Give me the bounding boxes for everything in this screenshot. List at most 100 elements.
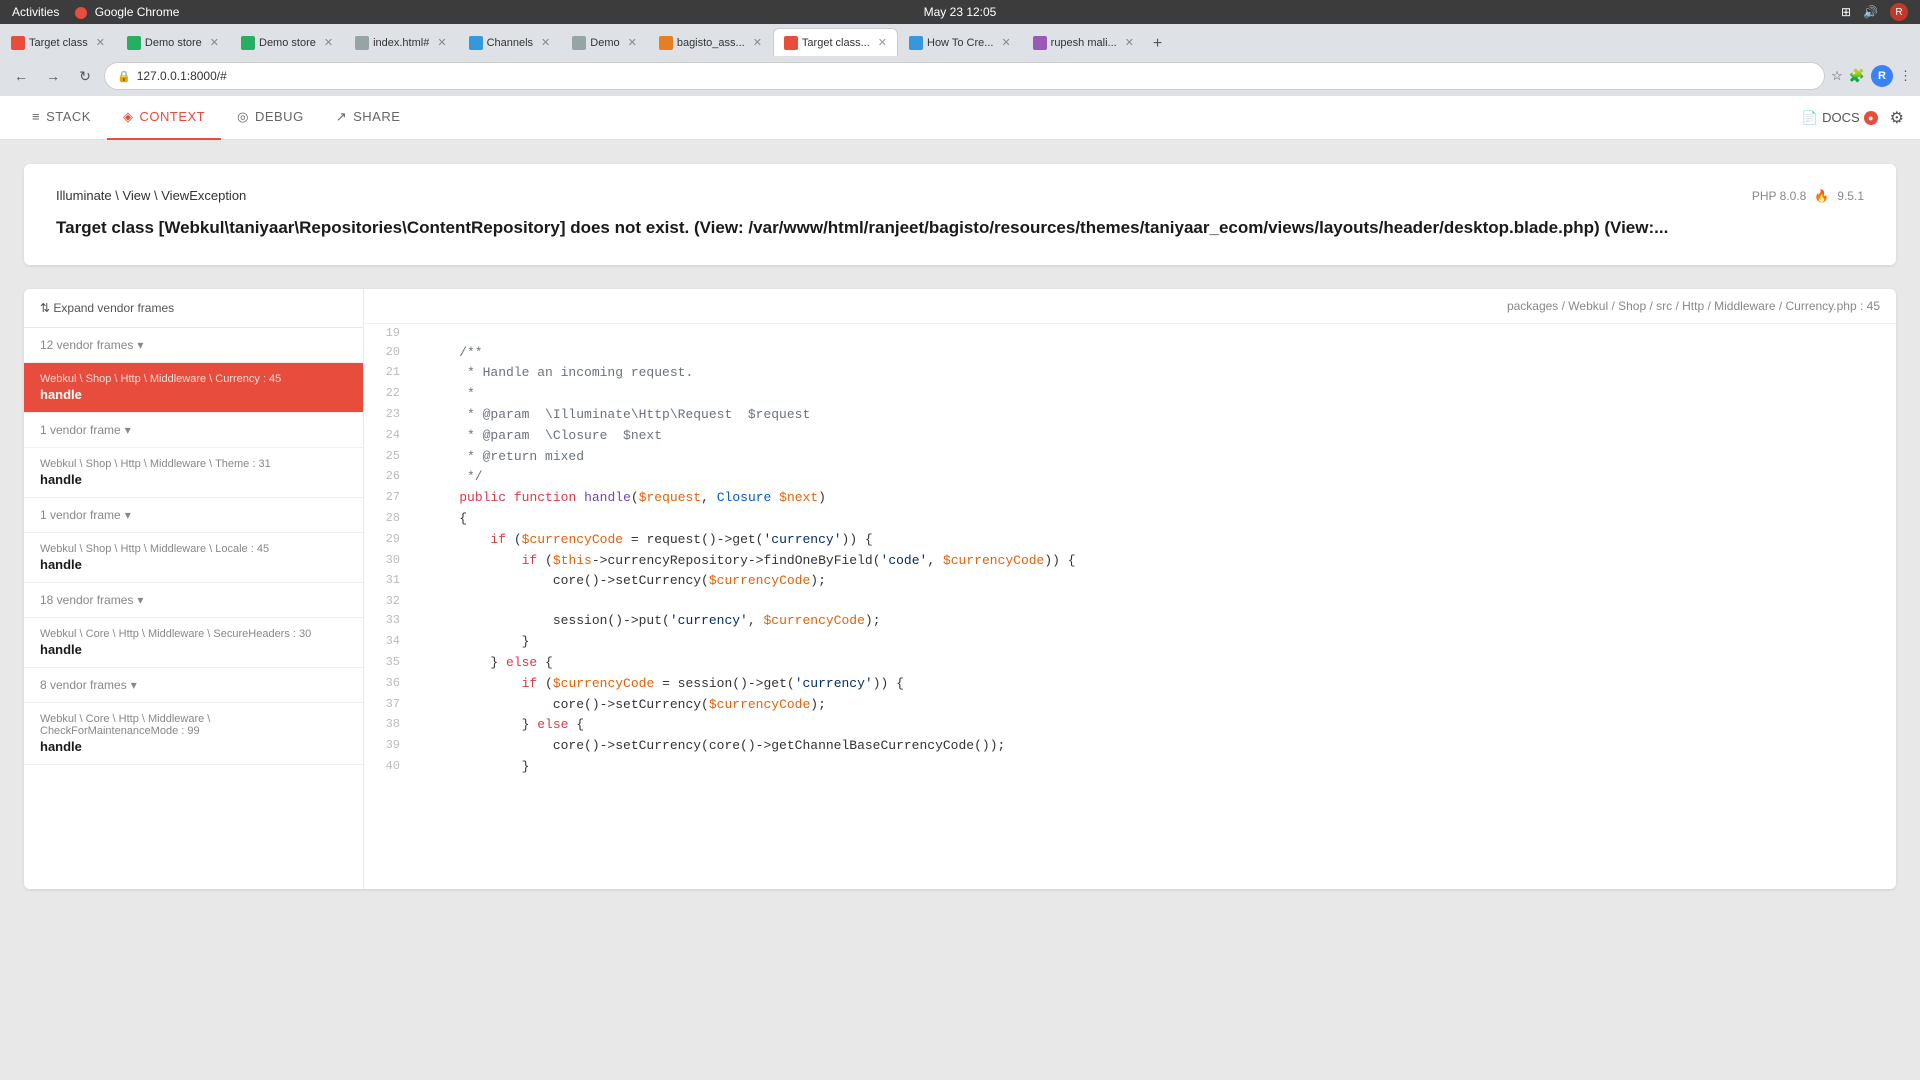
forward-button[interactable]: → — [40, 63, 66, 89]
reload-button[interactable]: ↻ — [72, 63, 98, 89]
tab-bagisto[interactable]: bagisto_ass... ✕ — [648, 28, 773, 56]
line-number: 28 — [364, 509, 412, 528]
tab-label: Target class... — [802, 37, 870, 49]
nav-debug[interactable]: ◎ DEBUG — [221, 96, 320, 140]
vendor-frames-toggle-2[interactable]: 1 vendor frame ▾ — [24, 413, 363, 447]
os-volume-icon: 🔊 — [1863, 5, 1878, 19]
vendor-frames-group-2: 1 vendor frame ▾ — [24, 413, 363, 448]
nav-stack[interactable]: ≡ STACK — [16, 96, 107, 140]
tab-channels[interactable]: Channels ✕ — [458, 28, 562, 56]
tab-close-icon[interactable]: ✕ — [1001, 36, 1010, 49]
line-code: } else { — [412, 715, 1896, 736]
code-line-34: 34 } — [364, 632, 1896, 653]
url-text: 127.0.0.1:8000/# — [137, 69, 227, 83]
tab-close-icon[interactable]: ✕ — [1125, 36, 1134, 49]
tab-label: Demo — [590, 37, 619, 49]
line-number: 19 — [364, 324, 412, 343]
line-number: 34 — [364, 632, 412, 651]
code-line-26: 26 */ — [364, 467, 1896, 488]
vendor-frames-toggle-3[interactable]: 1 vendor frame ▾ — [24, 498, 363, 532]
stack-label: STACK — [46, 109, 91, 124]
vendor-frames-toggle-4[interactable]: 18 vendor frames ▾ — [24, 583, 363, 617]
line-number: 20 — [364, 343, 412, 362]
tab-demo-3[interactable]: Demo ✕ — [561, 28, 648, 56]
code-line-37: 37 core()->setCurrency($currencyCode); — [364, 695, 1896, 716]
tab-how-to[interactable]: How To Cre... ✕ — [898, 28, 1022, 56]
chevron-down-icon: ▾ — [125, 423, 131, 437]
activities-label[interactable]: Activities — [12, 5, 59, 19]
code-line-19: 19 — [364, 324, 1896, 343]
frame-method: handle — [40, 557, 347, 572]
code-viewer: 19 20 /** 21 * Handle an incoming reques… — [364, 324, 1896, 778]
stack-frame-secureheaders[interactable]: Webkul \ Core \ Http \ Middleware \ Secu… — [24, 618, 363, 668]
tab-demo-2[interactable]: Demo store ✕ — [230, 28, 344, 56]
url-bar[interactable]: 🔒 127.0.0.1:8000/# — [104, 62, 1825, 90]
chrome-label[interactable]: Google Chrome — [75, 5, 179, 19]
tab-close-icon[interactable]: ✕ — [878, 36, 887, 49]
os-network-icon: ⊞ — [1841, 5, 1851, 19]
menu-icon[interactable]: ⋮ — [1899, 68, 1912, 84]
code-line-40: 40 } — [364, 757, 1896, 778]
tab-label: Target class — [29, 37, 88, 49]
code-line-23: 23 * @param \Illuminate\Http\Request $re… — [364, 405, 1896, 426]
code-line-28: 28 { — [364, 509, 1896, 530]
tab-label: Channels — [487, 37, 533, 49]
tab-close-icon[interactable]: ✕ — [753, 36, 762, 49]
bookmark-icon[interactable]: ☆ — [1831, 68, 1843, 84]
extensions-icon[interactable]: 🧩 — [1849, 68, 1865, 84]
docs-icon: 📄 — [1802, 110, 1818, 126]
line-number: 26 — [364, 467, 412, 486]
tab-close-icon[interactable]: ✕ — [437, 36, 446, 49]
nav-share[interactable]: ↗ SHARE — [320, 96, 417, 140]
line-code: } — [412, 632, 1896, 653]
vendor-frames-toggle-5[interactable]: 8 vendor frames ▾ — [24, 668, 363, 702]
code-line-27: 27 public function handle($request, Clos… — [364, 488, 1896, 509]
tab-favicon — [11, 36, 25, 50]
address-actions: ☆ 🧩 R ⋮ — [1831, 65, 1912, 87]
line-code: { — [412, 509, 1896, 530]
chevron-down-icon: ▾ — [131, 678, 137, 692]
stack-frame-theme[interactable]: Webkul \ Shop \ Http \ Middleware \ Them… — [24, 448, 363, 498]
os-user-icon[interactable]: R — [1890, 3, 1908, 21]
tab-rupesh[interactable]: rupesh mali... ✕ — [1022, 28, 1145, 56]
tab-close-icon[interactable]: ✕ — [541, 36, 550, 49]
chevron-down-icon: ▾ — [125, 508, 131, 522]
expand-vendor-button[interactable]: ⇅ Expand vendor frames — [24, 289, 363, 328]
ignition-version: 9.5.1 — [1837, 189, 1864, 203]
new-tab-button[interactable]: + — [1145, 32, 1170, 56]
frame-path: Webkul \ Core \ Http \ Middleware \ Chec… — [40, 713, 347, 737]
code-line-21: 21 * Handle an incoming request. — [364, 363, 1896, 384]
stack-frame-locale[interactable]: Webkul \ Shop \ Http \ Middleware \ Loca… — [24, 533, 363, 583]
vendor-frames-toggle-1[interactable]: 12 vendor frames ▾ — [24, 328, 363, 362]
tab-favicon — [355, 36, 369, 50]
tab-index[interactable]: index.html# ✕ — [344, 28, 457, 56]
tab-target-class-1[interactable]: Target class ✕ — [0, 28, 116, 56]
line-code: * @param \Closure $next — [412, 426, 1896, 447]
docs-button[interactable]: 📄 DOCS ● — [1802, 110, 1878, 126]
line-number: 33 — [364, 611, 412, 630]
stack-frame-maintenance[interactable]: Webkul \ Core \ Http \ Middleware \ Chec… — [24, 703, 363, 765]
address-bar: ← → ↻ 🔒 127.0.0.1:8000/# ☆ 🧩 R ⋮ — [0, 56, 1920, 96]
line-number: 22 — [364, 384, 412, 403]
nav-context[interactable]: ◈ CONTEXT — [107, 96, 221, 140]
tab-close-icon[interactable]: ✕ — [324, 36, 333, 49]
line-code: public function handle($request, Closure… — [412, 488, 1896, 509]
tab-close-icon[interactable]: ✕ — [96, 36, 105, 49]
vendor-frames-group-1: 12 vendor frames ▾ — [24, 328, 363, 363]
line-number: 39 — [364, 736, 412, 755]
settings-icon[interactable]: ⚙ — [1890, 108, 1904, 128]
tab-close-icon[interactable]: ✕ — [210, 36, 219, 49]
tab-label: Demo store — [259, 37, 316, 49]
vendor-frames-group-4: 18 vendor frames ▾ — [24, 583, 363, 618]
tab-target-class-active[interactable]: Target class... ✕ — [773, 28, 898, 56]
code-line-38: 38 } else { — [364, 715, 1896, 736]
stack-frame-currency[interactable]: Webkul \ Shop \ Http \ Middleware \ Curr… — [24, 363, 363, 413]
tab-demo-1[interactable]: Demo store ✕ — [116, 28, 230, 56]
docs-label: DOCS — [1822, 110, 1860, 125]
line-number: 29 — [364, 530, 412, 549]
profile-icon[interactable]: R — [1871, 65, 1893, 87]
back-button[interactable]: ← — [8, 63, 34, 89]
tab-close-icon[interactable]: ✕ — [628, 36, 637, 49]
vendor-count-label: 18 vendor frames — [40, 593, 133, 607]
line-number: 21 — [364, 363, 412, 382]
